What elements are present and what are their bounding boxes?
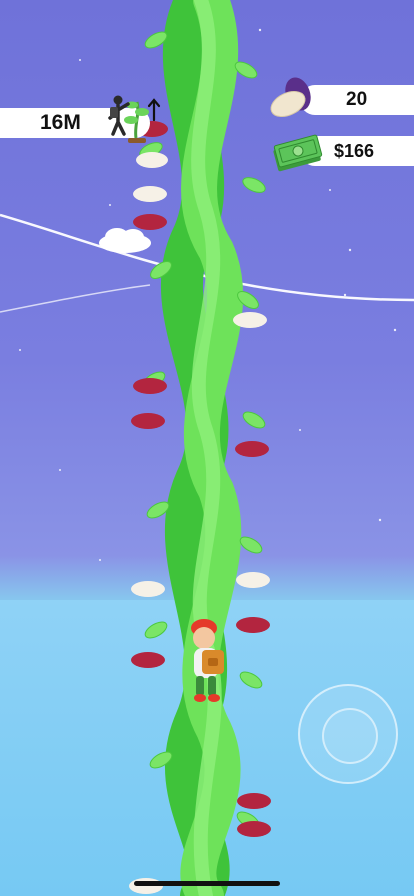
game-scene: 16M 20 $166 (0, 0, 414, 896)
white-beans (129, 152, 270, 894)
cash-value: $166 (334, 140, 375, 161)
beans-value: 20 (346, 89, 368, 110)
climber-character (191, 619, 224, 702)
money-stack-icon (273, 134, 323, 172)
joystick-knob[interactable] (322, 708, 378, 764)
height-value: 16M (40, 111, 81, 134)
beans-icon (270, 77, 311, 118)
home-indicator[interactable] (134, 881, 280, 886)
virtual-joystick[interactable] (298, 684, 398, 784)
red-beans (131, 121, 271, 837)
climber-plant-arrow-icon (108, 95, 161, 143)
